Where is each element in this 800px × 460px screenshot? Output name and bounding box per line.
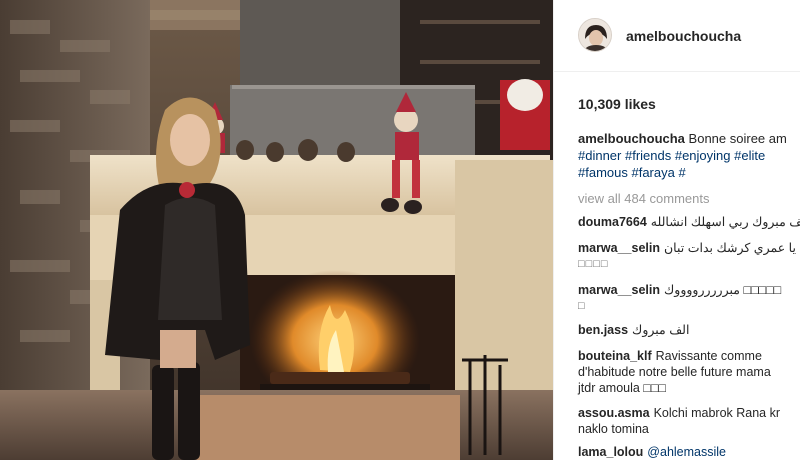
caption-text: Bonne soiree am bbox=[688, 131, 787, 146]
avatar-photo-icon bbox=[579, 19, 611, 51]
comment-item: lama_lolou @ahlemassile bbox=[578, 444, 726, 460]
photo-scene bbox=[0, 0, 553, 460]
comment-text: يا عمري كرشك بدات تبان bbox=[664, 241, 796, 255]
caption-username[interactable]: amelbouchoucha bbox=[578, 131, 685, 146]
caption-hashtags-line1[interactable]: #dinner #friends #enjoying #elite bbox=[578, 147, 800, 164]
comment-item: assou.asma Kolchi mabrok Rana kr naklo to… bbox=[578, 405, 780, 437]
view-all-comments-link[interactable]: view all 484 comments bbox=[578, 191, 710, 206]
post-username[interactable]: amelbouchoucha bbox=[626, 28, 741, 44]
comment-text-line2: □ bbox=[578, 300, 586, 312]
post-photo[interactable] bbox=[0, 0, 553, 460]
comment-username[interactable]: ben.jass bbox=[578, 323, 628, 337]
comment-text: الف مبروك bbox=[632, 323, 690, 337]
comment-username[interactable]: lama_lolou bbox=[578, 445, 643, 459]
comment-text-line2: □□□□ bbox=[578, 258, 609, 270]
instagram-post: amelbouchoucha 10,309 likes amelbouchouc… bbox=[0, 0, 800, 460]
caption-hashtags-line2[interactable]: #famous #faraya # bbox=[578, 164, 800, 181]
comment-text-line2: naklo tomina bbox=[578, 422, 649, 436]
avatar[interactable] bbox=[578, 18, 612, 52]
comment-item: marwa__selin مبرررررووووك □□□□□ □ bbox=[578, 282, 781, 314]
comment-mention[interactable]: @ahlemassile bbox=[647, 445, 726, 459]
comment-username[interactable]: bouteina_klf bbox=[578, 349, 652, 363]
comment-text-line3: jtdr amoula □□□ bbox=[578, 381, 666, 395]
comment-username[interactable]: marwa__selin bbox=[578, 283, 660, 297]
comment-username[interactable]: assou.asma bbox=[578, 406, 650, 420]
comment-item: douma7664 الف مبروك ربي اسهلك انشالله bbox=[578, 214, 800, 230]
comment-text-line2: d'habitude notre belle future mama bbox=[578, 365, 771, 379]
comment-username[interactable]: marwa__selin bbox=[578, 241, 660, 255]
comment-text: مبرررررووووك □□□□□ bbox=[664, 283, 782, 297]
comment-item: ben.jass الف مبروك bbox=[578, 322, 689, 338]
post-header: amelbouchoucha bbox=[554, 0, 800, 72]
comment-text: الف مبروك ربي اسهلك انشالله bbox=[650, 215, 800, 229]
comment-item: marwa__selin يا عمري كرشك بدات تبان □□□□ bbox=[578, 240, 796, 272]
likes-count[interactable]: 10,309 likes bbox=[578, 96, 656, 112]
comment-username[interactable]: douma7664 bbox=[578, 215, 647, 229]
post-caption: amelbouchoucha Bonne soiree am #dinner #… bbox=[578, 130, 800, 181]
post-sidebar: amelbouchoucha 10,309 likes amelbouchouc… bbox=[553, 0, 800, 460]
comment-text: Ravissante comme bbox=[655, 349, 762, 363]
comment-item: bouteina_klf Ravissante comme d'habitude … bbox=[578, 348, 771, 396]
comment-text: Kolchi mabrok Rana kr bbox=[653, 406, 781, 420]
